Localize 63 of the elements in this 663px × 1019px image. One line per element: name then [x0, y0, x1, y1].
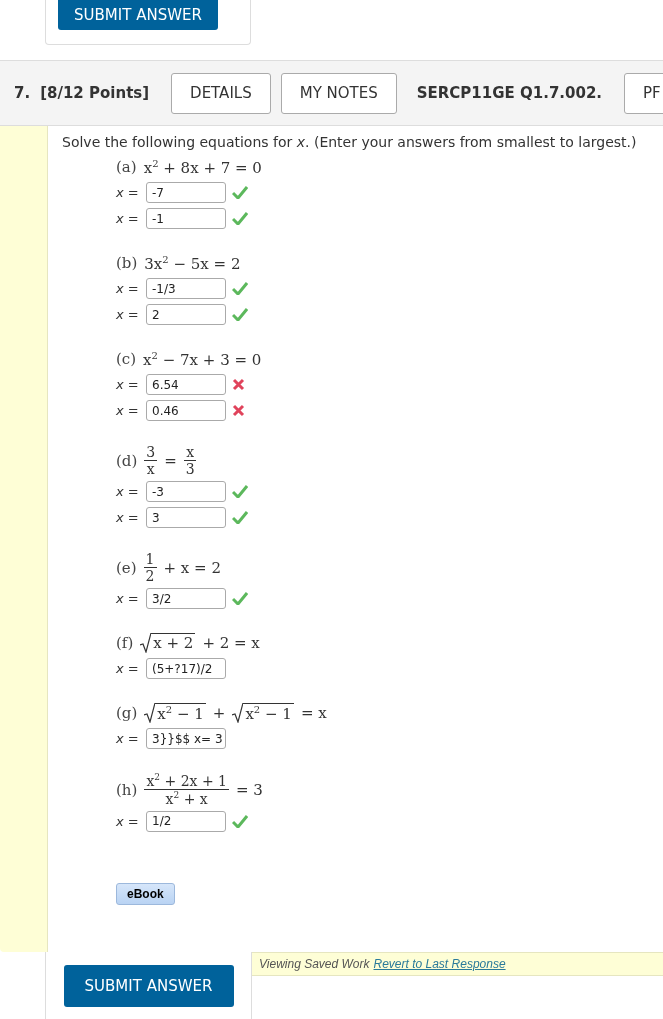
answer-label: x =	[116, 484, 140, 500]
part-label: (g)	[116, 704, 138, 723]
radical-sign-icon	[232, 703, 244, 724]
equation-text: + 2 = x	[202, 634, 260, 653]
revert-link[interactable]: Revert to Last Response	[373, 957, 506, 971]
answer-field[interactable]: 3}}$$ x= 3	[146, 728, 226, 750]
points-text: [8/12 Points]	[40, 84, 150, 102]
fraction: 3 x	[144, 444, 158, 478]
question-number: 7.	[14, 84, 31, 102]
answer-label: x =	[116, 211, 140, 226]
answer-field[interactable]: 1/2	[146, 810, 226, 832]
answer-field[interactable]: 3	[146, 507, 226, 529]
answer-label: x =	[116, 281, 140, 296]
notice-text: Viewing Saved Work	[259, 957, 370, 971]
part-label: (a)	[116, 158, 137, 176]
answer-field[interactable]: 3/2	[146, 588, 226, 610]
equation-text: = 3	[236, 780, 263, 799]
equation-text: 3x$^{2}$ − 5x = 2	[144, 253, 241, 273]
equation-text: =	[164, 451, 177, 470]
equation-text: x$^{2}$ − 7x + 3 = 0	[143, 349, 262, 369]
answer-label: x =	[116, 731, 140, 747]
fraction: 1 2	[143, 551, 157, 585]
question-code: SERCP11GE Q1.7.002.	[416, 84, 603, 102]
answer-label: x =	[116, 813, 140, 829]
submit-answer-button[interactable]: SUBMIT ANSWER	[63, 965, 234, 1007]
header-button[interactable]: PF	[624, 72, 663, 114]
radical-sign-icon	[140, 633, 152, 654]
submit-answer-button[interactable]: SUBMIT ANSWER	[58, 0, 218, 30]
part-label: (f)	[116, 634, 134, 653]
answer-field[interactable]: -7	[146, 182, 226, 203]
part-label: (e)	[116, 558, 137, 577]
answer-field[interactable]: 0.46	[146, 400, 226, 421]
answer-field[interactable]: 6.54	[146, 374, 226, 395]
radical-sign-icon	[144, 703, 156, 724]
question-prompt: Solve the following equations for x. (Enter your answers from smallest to largest.)	[62, 134, 637, 150]
answer-label: x =	[116, 403, 140, 418]
answer-field[interactable]: -1	[146, 208, 226, 229]
fraction: x$^{2}$ + 2x + 1 x$^{2}$ + x	[144, 772, 229, 807]
radicand-text: x$^{2}$ − 1	[243, 703, 294, 724]
answer-label: x =	[116, 591, 140, 607]
part-label: (b)	[116, 254, 138, 272]
equation-text: +	[212, 704, 226, 723]
header-button[interactable]: DETAILS	[171, 72, 271, 114]
answer-field[interactable]: (5+?17)/2	[146, 658, 226, 680]
part-label: (c)	[116, 350, 137, 368]
radicand-text: x$^{2}$ − 1	[155, 703, 206, 724]
part-label: (h)	[116, 780, 138, 799]
answer-field[interactable]: -1/3	[146, 278, 226, 299]
part-label: (d)	[116, 451, 138, 470]
answer-label: x =	[116, 307, 140, 322]
answer-label: x =	[116, 661, 140, 677]
equation-text: x$^{2}$ + 8x + 7 = 0	[143, 157, 262, 177]
header-button[interactable]: MY NOTES	[280, 72, 397, 114]
answer-label: x =	[116, 185, 140, 200]
answer-field[interactable]: -3	[146, 481, 226, 503]
equation-text: + x = 2	[163, 558, 221, 577]
equation-text: = x	[300, 704, 327, 723]
radicand-text: x + 2	[151, 633, 196, 654]
ebook-button[interactable]: eBook	[116, 882, 175, 905]
fraction: x 3	[183, 444, 197, 478]
answer-label: x =	[116, 377, 140, 392]
answer-field[interactable]: 2	[146, 304, 226, 325]
answer-label: x =	[116, 510, 140, 526]
